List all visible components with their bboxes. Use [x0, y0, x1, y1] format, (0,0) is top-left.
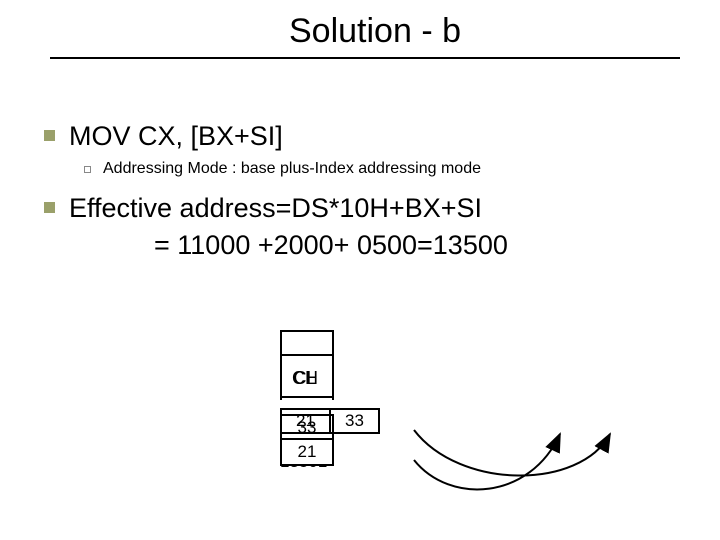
memory-register-diagram: 134FD 134FE 134FF 13500 13501 33 21 CH C… — [280, 330, 700, 530]
memory-upper-block — [280, 330, 334, 400]
bullet-row-1: MOV CX, [BX+SI] — [44, 120, 690, 154]
cl-value: 33 — [331, 410, 378, 432]
bullet-row-2: Effective address=DS*10H+BX+SI — [44, 192, 690, 226]
mem-cell: 21 — [282, 440, 332, 466]
bullet-icon — [44, 130, 55, 141]
bullet-icon — [44, 202, 55, 213]
instruction-text: MOV CX, [BX+SI] — [69, 120, 283, 154]
slide-title-block: Solution - b — [50, 12, 700, 59]
addressing-mode-text: Addressing Mode : base plus-Index addres… — [103, 160, 481, 178]
cx-register: 21 33 — [280, 408, 380, 434]
title-underline — [50, 57, 680, 59]
mem-cell — [282, 330, 332, 356]
slide-body: MOV CX, [BX+SI] Addressing Mode : base p… — [44, 120, 690, 261]
sub-bullet-row: Addressing Mode : base plus-Index addres… — [84, 160, 690, 178]
effective-address-text: Effective address=DS*10H+BX+SI — [69, 192, 482, 226]
cl-label: CL — [280, 368, 330, 389]
sub-bullet-icon — [84, 166, 91, 173]
calculation-text: = 11000 +2000+ 0500=13500 — [154, 230, 690, 261]
slide-title: Solution - b — [50, 12, 700, 57]
ch-value: 21 — [282, 410, 331, 432]
